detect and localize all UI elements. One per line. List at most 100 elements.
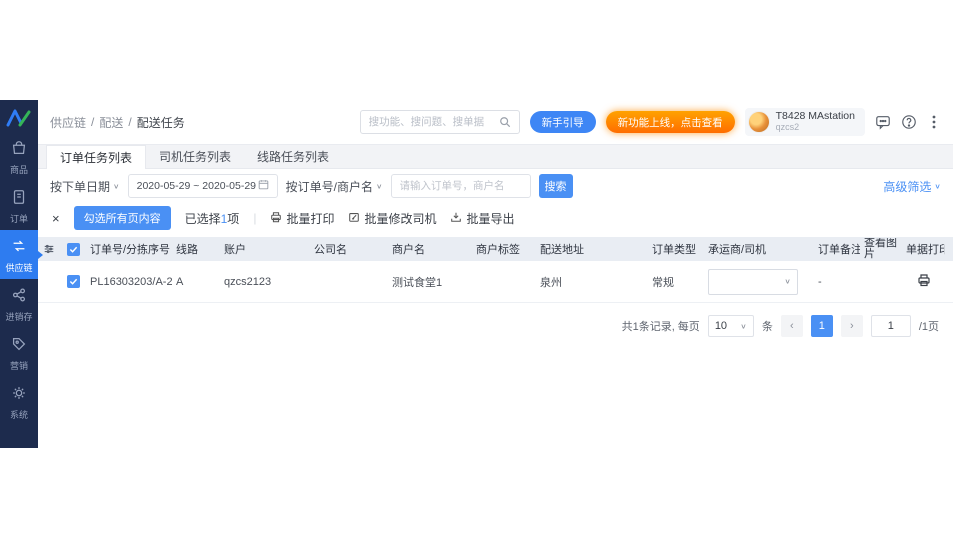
help-icon[interactable]: [901, 114, 917, 130]
select-all-pages-button[interactable]: 勾选所有页内容: [74, 206, 171, 230]
tab-driver-task-list[interactable]: 司机任务列表: [146, 145, 244, 168]
pagination-unit: 条: [762, 318, 773, 334]
topbar-right: 新手引导 新功能上线，点击查看 T8428 MAstation qzcs2: [360, 108, 941, 136]
sidebar-item-label: 供应链: [5, 263, 32, 273]
col-address[interactable]: 配送地址: [536, 241, 648, 257]
sidebar-item-marketing[interactable]: 营销: [0, 328, 38, 377]
bulk-toolbar: × 勾选所有页内容 已选择1项 | 批量打印: [38, 203, 953, 233]
cell-line: A: [172, 276, 220, 288]
edit-icon: [348, 211, 360, 226]
bulk-modify-driver-button[interactable]: 批量修改司机: [348, 210, 436, 227]
advanced-filter-toggle[interactable]: 高级筛选 ∨: [883, 178, 941, 195]
keyword-field-selector[interactable]: 按订单号/商户名 ∨: [286, 178, 383, 195]
date-range-input[interactable]: 2020-05-29 ~ 2020-05-29: [128, 174, 278, 198]
bulk-print-label: 批量打印: [286, 210, 334, 227]
orders-doc-icon: [10, 188, 28, 211]
advanced-filter-label: 高级筛选: [883, 178, 931, 195]
order-task-table: 订单号/分拣序号 线路 账户 公司名 商户名 商户标签 配送地址 订单类型 承运…: [38, 237, 953, 303]
goods-bag-icon: [10, 139, 28, 162]
tab-route-task-list[interactable]: 线路任务列表: [244, 145, 342, 168]
bulk-export-label: 批量导出: [466, 210, 514, 227]
select-all-checkbox[interactable]: [60, 243, 86, 256]
col-order-type[interactable]: 订单类型: [648, 241, 704, 257]
row-print-button[interactable]: [902, 273, 945, 290]
keyword-input[interactable]: [400, 180, 522, 192]
breadcrumb-item[interactable]: 供应链: [50, 114, 86, 131]
sidebar-item-label: 商品: [10, 165, 28, 175]
app-logo: [0, 102, 38, 132]
sidebar-item-orders[interactable]: 订单: [0, 181, 38, 230]
divider: |: [253, 211, 256, 225]
cell-address: 泉州: [536, 274, 648, 290]
page-size-select[interactable]: 10 ∨: [708, 315, 754, 337]
breadcrumb: 供应链 / 配送 / 配送任务: [50, 114, 185, 131]
user-account: qzcs2: [776, 122, 855, 133]
date-range-value: 2020-05-29 ~ 2020-05-29: [137, 180, 256, 192]
close-icon[interactable]: ×: [52, 211, 60, 226]
printer-icon: [917, 273, 931, 290]
supply-chain-icon: [10, 237, 28, 260]
col-account[interactable]: 账户: [220, 241, 310, 257]
global-search: [360, 110, 520, 134]
breadcrumb-item[interactable]: 配送: [99, 114, 123, 131]
more-menu-icon[interactable]: [927, 114, 941, 130]
keyword-input-box: [391, 174, 531, 198]
cell-order-no[interactable]: PL16303203/A-2-1: [86, 276, 172, 288]
tab-order-task-list[interactable]: 订单任务列表: [46, 145, 146, 169]
sidebar-item-goods[interactable]: 商品: [0, 132, 38, 181]
filter-row: 按下单日期 ∨ 2020-05-29 ~ 2020-05-29 按订单号/商户名…: [38, 169, 953, 203]
user-name: T8428 MAstation: [776, 111, 855, 122]
beginner-guide-button[interactable]: 新手引导: [530, 111, 596, 133]
col-print[interactable]: 单据打印: [902, 241, 945, 257]
page-jump-input[interactable]: 1: [871, 315, 911, 337]
cell-order-type: 常规: [648, 274, 704, 290]
sidebar-item-supply-chain[interactable]: 供应链: [0, 230, 38, 279]
pagination-total: 共1条记录, 每页: [622, 318, 700, 334]
chevron-down-icon: ∨: [113, 182, 120, 191]
sidebar-item-label: 营销: [10, 361, 28, 371]
printer-icon: [270, 211, 282, 226]
topbar: 供应链 / 配送 / 配送任务 新手引导 新功能上线，: [38, 100, 953, 145]
table-row[interactable]: PL16303203/A-2-1 A qzcs2123 测试食堂1 泉州 常规 …: [38, 261, 953, 303]
search-icon[interactable]: [499, 116, 511, 128]
chevron-down-icon: ∨: [376, 182, 383, 191]
task-tabs: 订单任务列表 司机任务列表 线路任务列表: [38, 145, 953, 169]
search-button[interactable]: 搜索: [539, 174, 573, 198]
global-search-input[interactable]: [369, 116, 493, 128]
col-order-no[interactable]: 订单号/分拣序号: [86, 241, 172, 257]
col-company[interactable]: 公司名: [310, 241, 388, 257]
prev-page-button[interactable]: ‹: [781, 315, 803, 337]
cell-merchant: 测试食堂1: [388, 274, 472, 290]
sidebar-item-label: 进销存: [5, 312, 32, 322]
bulk-print-button[interactable]: 批量打印: [270, 210, 334, 227]
sidebar-item-label: 系统: [10, 410, 28, 420]
bulk-export-button[interactable]: 批量导出: [450, 210, 514, 227]
col-view-image[interactable]: 查看图片: [860, 238, 902, 260]
cell-carrier: ∨: [704, 269, 814, 295]
chevron-down-icon: ∨: [740, 322, 747, 331]
chevron-down-icon: ∨: [934, 182, 941, 191]
app-window: 商品 订单 供应链: [0, 100, 953, 448]
new-feature-banner[interactable]: 新功能上线，点击查看: [606, 111, 735, 133]
avatar: [748, 111, 770, 133]
col-merchant-tag[interactable]: 商户标签: [472, 241, 536, 257]
col-line[interactable]: 线路: [172, 241, 220, 257]
current-page-button[interactable]: 1: [811, 315, 833, 337]
table-header-row: 订单号/分拣序号 线路 账户 公司名 商户名 商户标签 配送地址 订单类型 承运…: [38, 237, 953, 261]
feedback-message-icon[interactable]: [875, 114, 891, 130]
main-area: 供应链 / 配送 / 配送任务 新手引导 新功能上线，: [38, 100, 953, 448]
breadcrumb-current: 配送任务: [137, 114, 185, 131]
sidebar-item-system[interactable]: 系统: [0, 377, 38, 426]
date-field-selector[interactable]: 按下单日期 ∨: [50, 178, 120, 195]
col-merchant[interactable]: 商户名: [388, 241, 472, 257]
breadcrumb-separator: /: [128, 115, 131, 129]
breadcrumb-separator: /: [91, 115, 94, 129]
next-page-button[interactable]: ›: [841, 315, 863, 337]
sidebar-item-inventory[interactable]: 进销存: [0, 279, 38, 328]
col-carrier[interactable]: 承运商/司机: [704, 241, 814, 257]
carrier-select[interactable]: ∨: [708, 269, 798, 295]
col-note[interactable]: 订单备注: [814, 241, 860, 257]
row-checkbox[interactable]: [60, 275, 86, 288]
sidebar: 商品 订单 供应链: [0, 100, 38, 448]
user-chip[interactable]: T8428 MAstation qzcs2: [745, 108, 865, 136]
